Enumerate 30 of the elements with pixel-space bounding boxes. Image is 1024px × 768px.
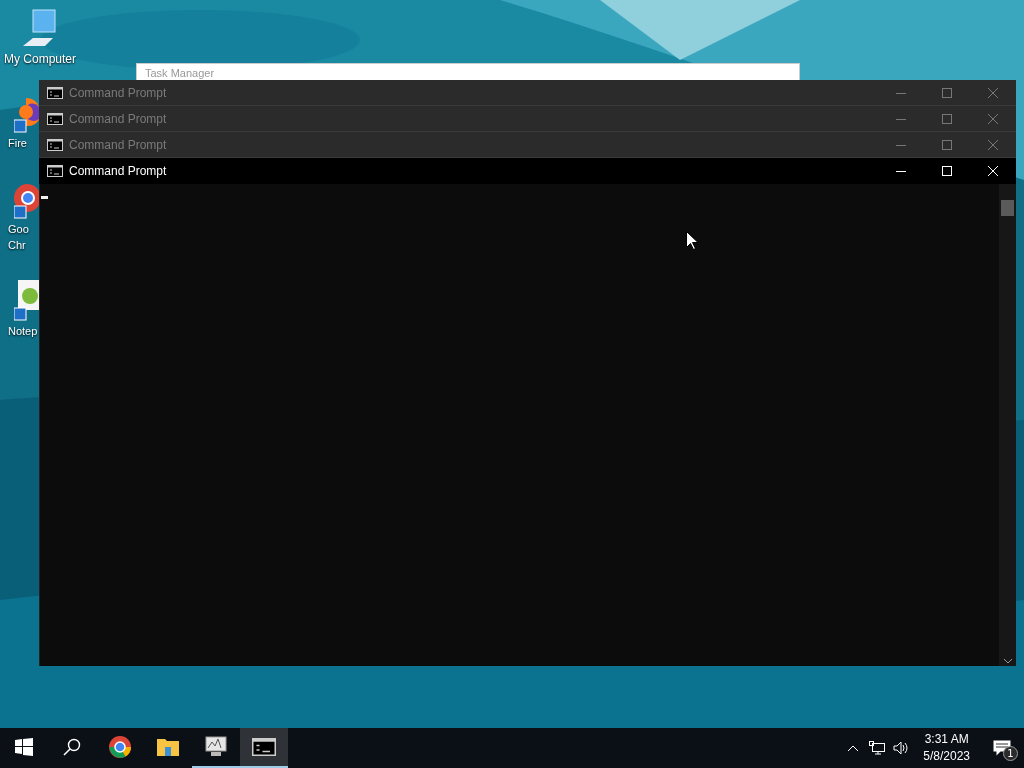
- taskbar-app[interactable]: [240, 728, 288, 768]
- scroll-down-icon[interactable]: [1003, 659, 1012, 664]
- terminal-icon: [252, 737, 276, 757]
- window-title: Command Prompt: [69, 111, 168, 126]
- clock-date[interactable]: 5/8/2023: [923, 748, 970, 765]
- icon-label: Fire: [7, 136, 27, 150]
- terminal-icon: [47, 86, 63, 99]
- clock-time[interactable]: 3:31 AM: [924, 731, 969, 748]
- scrollbar[interactable]: [999, 184, 1016, 666]
- window-title: Command Prompt: [69, 164, 168, 178]
- icon-label: My Computer: [4, 52, 76, 66]
- terminal-icon: [47, 112, 63, 125]
- folder-icon: [156, 737, 180, 757]
- mouse-pointer-icon: [686, 231, 698, 250]
- window-title: Task Manager: [145, 67, 215, 79]
- icon-label: Goo: [7, 222, 29, 236]
- search-icon[interactable]: [63, 738, 81, 756]
- scroll-thumb[interactable]: [1001, 200, 1014, 216]
- terminal-icon: [47, 138, 63, 151]
- icon-label: Chr: [7, 238, 26, 252]
- icon-label: Notep: [7, 324, 38, 338]
- notepad-icon[interactable]: [14, 278, 39, 322]
- windows-start-icon[interactable]: [15, 738, 33, 756]
- text-cursor: [41, 196, 48, 199]
- chrome-icon: [108, 735, 132, 759]
- terminal-icon: [47, 165, 63, 177]
- monitor-chart-icon: [203, 736, 229, 758]
- window-title: Command Prompt: [69, 85, 168, 100]
- window-title: Command Prompt: [69, 137, 168, 152]
- notification-count: 1: [1003, 746, 1018, 761]
